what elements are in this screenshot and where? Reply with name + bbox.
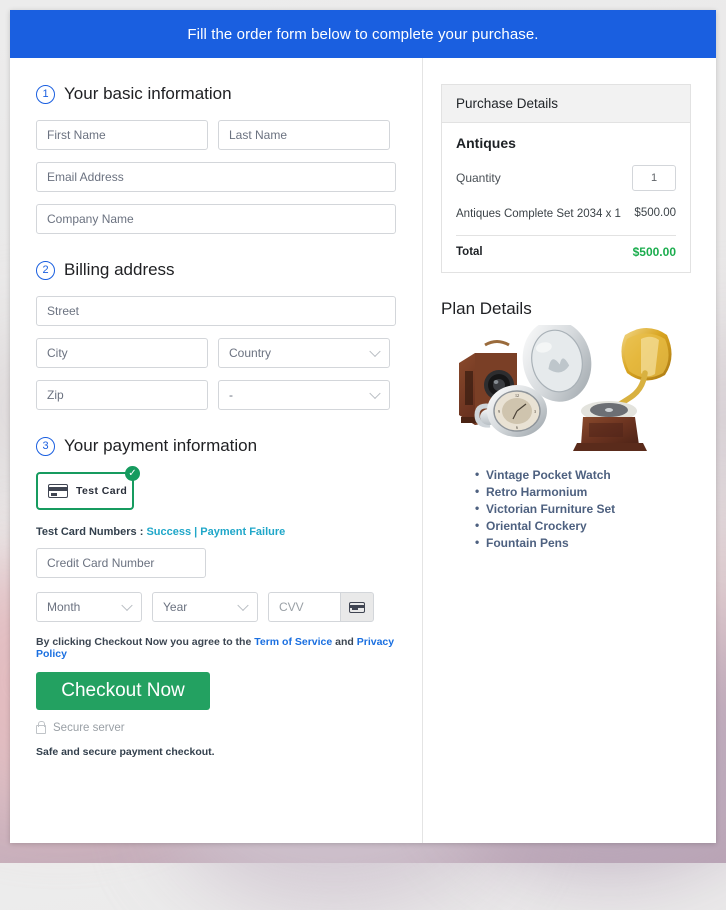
secure-server-note: Secure server	[36, 722, 404, 734]
test-card-failure-link[interactable]: Payment Failure	[200, 526, 285, 538]
total-label: Total	[456, 246, 483, 258]
step-number-2: 2	[36, 261, 55, 280]
plan-features-list: Vintage Pocket Watch Retro Harmonium Vic…	[441, 467, 691, 552]
company-name-input[interactable]: Company Name	[36, 204, 396, 234]
purchase-details-body: Antiques Quantity 1 Antiques Complete Se…	[442, 123, 690, 272]
credit-card-row: Credit Card Number	[36, 548, 404, 578]
expiry-year-value: Year	[163, 600, 187, 614]
list-item: Oriental Crockery	[475, 518, 691, 535]
list-item: Fountain Pens	[475, 535, 691, 552]
city-input[interactable]: City	[36, 338, 208, 368]
step-title-basic: Your basic information	[64, 84, 232, 104]
state-select-value: -	[229, 388, 233, 402]
total-row: Total $500.00	[456, 245, 676, 259]
step-title-payment: Your payment information	[64, 436, 257, 456]
line-item-price: $500.00	[634, 207, 676, 223]
quantity-input[interactable]: 1	[632, 165, 676, 191]
selected-check-icon: ✓	[125, 466, 140, 481]
step-billing-address: 2 Billing address	[36, 260, 404, 280]
terms-middle: and	[332, 636, 357, 648]
secure-server-label: Secure server	[53, 722, 125, 734]
svg-text:6: 6	[516, 425, 518, 430]
spacer-payment	[36, 422, 404, 436]
test-card-numbers-label: Test Card Numbers :	[36, 526, 146, 538]
order-form-column: 1 Your basic information First Name Last…	[10, 58, 423, 843]
first-name-input[interactable]: First Name	[36, 120, 208, 150]
page-banner: Fill the order form below to complete yo…	[10, 10, 716, 58]
payment-method-test-card[interactable]: Test Card ✓	[36, 472, 134, 510]
line-item-name: Antiques Complete Set 2034 x 1	[456, 207, 621, 223]
cvv-card-addon	[340, 592, 374, 622]
cvv-input[interactable]: CVV	[268, 592, 340, 622]
product-name: Antiques	[456, 135, 676, 151]
expiry-month-value: Month	[47, 600, 80, 614]
expiry-month-select[interactable]: Month	[36, 592, 142, 622]
svg-text:9: 9	[498, 409, 500, 414]
cvv-input-group: CVV	[268, 592, 374, 622]
payment-method-label: Test Card	[76, 485, 127, 497]
list-item: Vintage Pocket Watch	[475, 467, 691, 484]
svg-text:12: 12	[515, 393, 519, 398]
terms-agreement-text: By clicking Checkout Now you agree to th…	[36, 636, 404, 660]
street-input[interactable]: Street	[36, 296, 396, 326]
zip-state-row: Zip -	[36, 380, 404, 410]
expiry-cvv-row: Month Year CVV	[36, 592, 404, 622]
credit-card-number-input[interactable]: Credit Card Number	[36, 548, 206, 578]
name-row: First Name Last Name	[36, 120, 404, 150]
step-number-1: 1	[36, 85, 55, 104]
country-select[interactable]: Country	[218, 338, 390, 368]
plan-details-title: Plan Details	[441, 299, 691, 319]
chevron-down-icon	[121, 600, 132, 611]
state-select[interactable]: -	[218, 380, 390, 410]
company-row: Company Name	[36, 204, 404, 234]
step-title-billing: Billing address	[64, 260, 175, 280]
test-card-success-link[interactable]: Success	[146, 526, 191, 538]
chevron-down-icon	[237, 600, 248, 611]
summary-column: Purchase Details Antiques Quantity 1 Ant…	[423, 58, 715, 843]
line-item-row: Antiques Complete Set 2034 x 1 $500.00	[456, 207, 676, 223]
last-name-input[interactable]: Last Name	[218, 120, 390, 150]
test-card-numbers-line: Test Card Numbers : Success | Payment Fa…	[36, 526, 404, 538]
checkout-card: Fill the order form below to complete yo…	[10, 10, 716, 843]
chevron-down-icon	[369, 346, 380, 357]
street-row: Street	[36, 296, 404, 326]
expiry-year-select[interactable]: Year	[152, 592, 258, 622]
purchase-details-header: Purchase Details	[442, 85, 690, 123]
terms-of-service-link[interactable]: Term of Service	[254, 636, 332, 648]
lock-icon	[36, 725, 46, 734]
total-divider	[456, 235, 676, 236]
test-card-link-separator: |	[191, 526, 200, 538]
safe-checkout-label: Safe and secure payment checkout.	[36, 746, 404, 758]
step-basic-information: 1 Your basic information	[36, 84, 404, 104]
terms-prefix: By clicking Checkout Now you agree to th…	[36, 636, 254, 648]
city-country-row: City Country	[36, 338, 404, 368]
chevron-down-icon	[369, 388, 380, 399]
country-select-value: Country	[229, 346, 271, 360]
credit-card-icon	[48, 484, 68, 498]
checkout-now-button[interactable]: Checkout Now	[36, 672, 210, 710]
step-number-3: 3	[36, 437, 55, 456]
quantity-label: Quantity	[456, 171, 501, 185]
banner-text: Fill the order form below to complete yo…	[187, 26, 538, 43]
quantity-row: Quantity 1	[456, 165, 676, 191]
antiques-product-image: 12 3 6 9	[445, 325, 695, 455]
svg-text:3: 3	[534, 409, 536, 414]
zip-input[interactable]: Zip	[36, 380, 208, 410]
list-item: Retro Harmonium	[475, 484, 691, 501]
email-row: Email Address	[36, 162, 404, 192]
list-item: Victorian Furniture Set	[475, 501, 691, 518]
step-payment-information: 3 Your payment information	[36, 436, 404, 456]
email-input[interactable]: Email Address	[36, 162, 396, 192]
spacer-billing	[36, 246, 404, 260]
purchase-details-panel: Purchase Details Antiques Quantity 1 Ant…	[441, 84, 691, 273]
total-value: $500.00	[633, 245, 676, 259]
checkout-body: 1 Your basic information First Name Last…	[10, 58, 716, 843]
credit-card-icon	[349, 602, 365, 613]
